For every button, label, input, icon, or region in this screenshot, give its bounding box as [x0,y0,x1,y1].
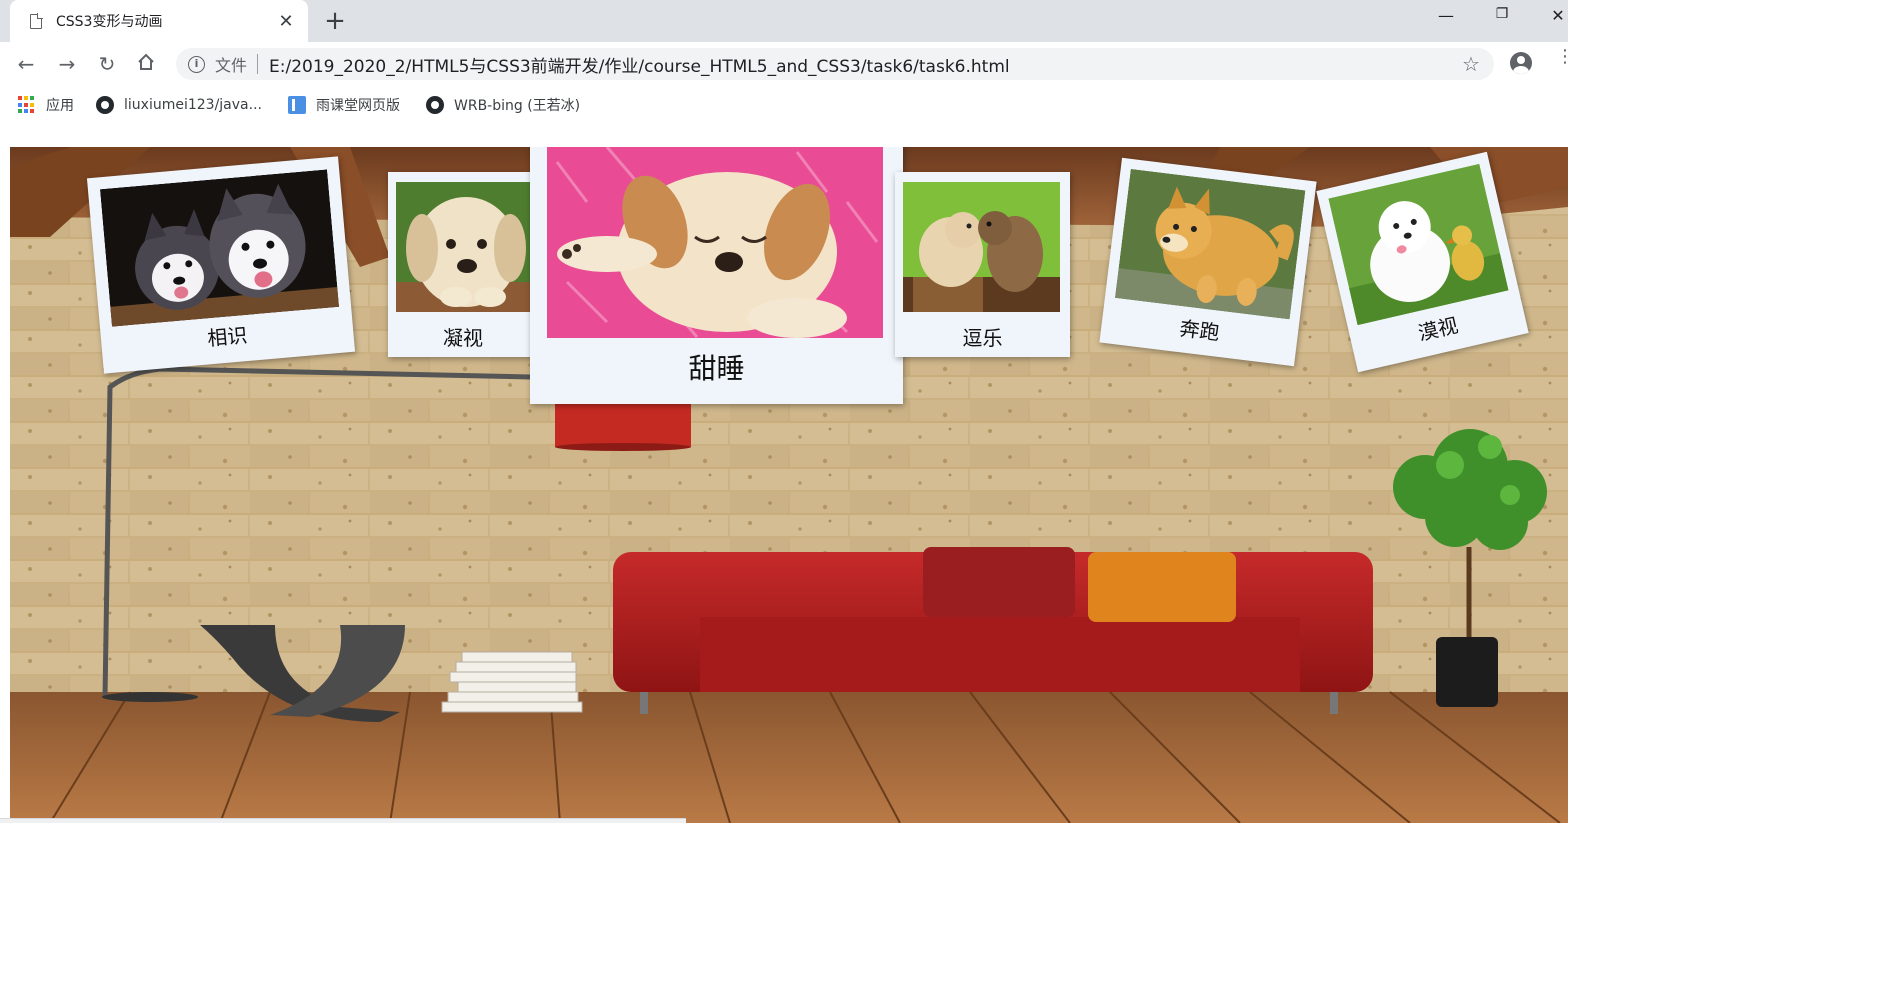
bookmarks-bar: 应用 liuxiumei123/java... 雨课堂网页版 WRB-bing … [0,86,1568,124]
bookmark-apps[interactable]: 应用 [18,94,74,116]
page-icon [30,13,43,29]
close-window-icon[interactable]: ✕ [1544,6,1572,30]
photo-card-2[interactable]: 凝视 [388,172,538,357]
bookmark-github-2[interactable]: WRB-bing (王若冰) [426,94,580,116]
bookmark-label: 应用 [46,98,74,114]
profile-avatar-icon[interactable] [1510,52,1532,74]
bookmark-github-1[interactable]: liuxiumei123/java... [96,94,262,116]
browser-toolbar: ← → ↻ i 文件 E:/2019_2020_2/HTML5与CSS3前端开发… [0,42,1574,86]
bookmark-star-icon[interactable]: ☆ [1460,53,1482,75]
status-bar-edge [0,818,686,823]
photo-card-3-hovered[interactable]: 甜睡 [530,147,903,404]
bookmark-label: WRB-bing (王若冰) [454,98,581,114]
active-tab[interactable]: CSS3变形与动画 ✕ [10,0,308,42]
yuketang-icon [288,96,306,114]
forward-icon[interactable]: → [55,52,79,76]
bookmark-label: liuxiumei123/java... [124,97,262,113]
photo-caption: 逗乐 [962,326,1003,350]
photo-card-4[interactable]: 逗乐 [895,172,1070,357]
github-icon [426,96,444,114]
bookmark-label: 雨课堂网页版 [316,98,400,114]
reload-icon[interactable]: ↻ [95,52,119,76]
new-tab-icon[interactable]: + [322,8,348,34]
tab-strip: CSS3变形与动画 ✕ + — ❐ ✕ [0,0,1568,42]
info-icon[interactable]: i [188,55,205,73]
photo-card-5[interactable]: 奔跑 [1099,157,1317,367]
scheme-label: 文件 [215,56,248,75]
bookmark-yuketang[interactable]: 雨课堂网页版 [288,94,400,116]
menu-icon[interactable]: ⋮ [1556,48,1574,74]
photo-card-1[interactable]: 相识 [86,156,356,374]
github-icon [96,96,114,114]
photo-image-shiba [1114,168,1306,320]
photo-image-playing-puppies [903,182,1060,312]
close-tab-icon[interactable]: ✕ [276,11,296,32]
url-text[interactable]: E:/2019_2020_2/HTML5与CSS3前端开发/作业/course_… [269,52,1460,77]
minimize-icon[interactable]: — [1432,6,1460,30]
photo-image-sleeping-puppy [547,147,883,338]
home-icon[interactable] [134,52,158,76]
photo-image-huskies [99,169,340,327]
photo-caption: 凝视 [443,326,483,350]
photo-image-labrador [396,182,530,312]
gallery-stage: 相识 凝视 甜睡 逗乐 奔跑 漠视 [10,147,1568,823]
back-icon[interactable]: ← [14,52,38,76]
address-bar[interactable]: i 文件 E:/2019_2020_2/HTML5与CSS3前端开发/作业/co… [176,48,1494,80]
divider [257,54,259,74]
restore-icon[interactable]: ❐ [1488,6,1516,30]
apps-grid-icon [18,96,36,114]
tab-title: CSS3变形与动画 [56,14,163,30]
photo-image-white-puppy [1328,163,1509,326]
photo-caption: 甜睡 [688,352,745,385]
